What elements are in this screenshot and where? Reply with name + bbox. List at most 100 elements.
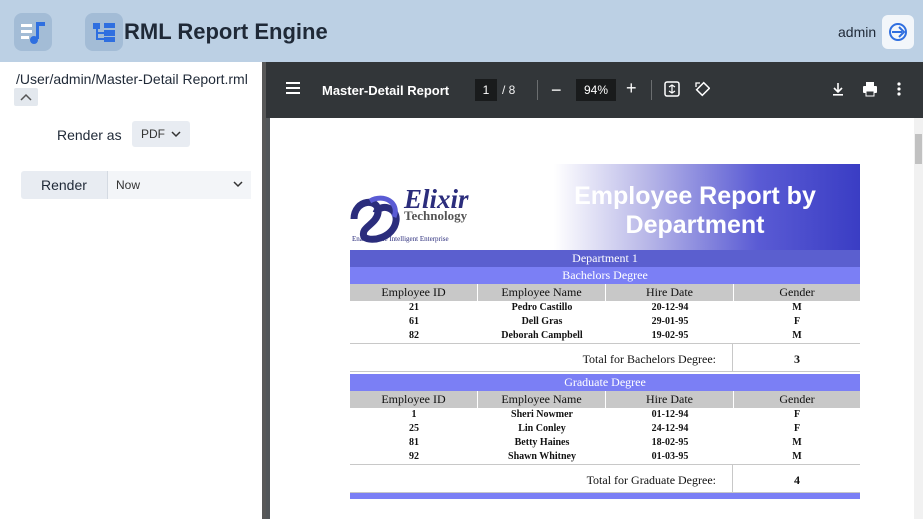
group-total-label: Total for Bachelors Degree: <box>582 352 716 366</box>
pdf-viewer: Master-Detail Report 1 / 8 − 94% + Elixi… <box>266 62 923 519</box>
page-number-input[interactable]: 1 <box>475 79 497 101</box>
column-header: Gender <box>779 285 815 299</box>
render-row: Render Now <box>21 171 251 199</box>
zoom-in-button[interactable]: + <box>626 78 637 99</box>
report-header: Elixir Technology Enabling the Intellige… <box>350 164 860 250</box>
column-header: Hire Date <box>606 391 734 408</box>
report-title-line1: Employee Report by <box>574 182 816 210</box>
collapse-button[interactable] <box>14 88 38 106</box>
table-cell: F <box>793 409 801 420</box>
next-group-band <box>350 493 860 499</box>
table-cell: 24-12-94 <box>651 423 689 434</box>
table-cell: Lin Conley <box>518 423 566 434</box>
table-cell: 61 <box>409 316 419 327</box>
table-cell: 19-02-95 <box>651 330 689 341</box>
table-cell: M <box>792 451 802 462</box>
report-content: Elixir Technology Enabling the Intellige… <box>350 164 860 499</box>
file-path: /User/admin/Master-Detail Report.rml <box>16 71 248 87</box>
table-cell: 81 <box>409 437 419 448</box>
tree-structure-icon <box>93 23 115 42</box>
zoom-input[interactable]: 94% <box>576 79 616 101</box>
page-total: / 8 <box>502 83 516 97</box>
table-cell: 29-01-95 <box>651 316 689 327</box>
logo-subtitle: Technology <box>404 208 468 223</box>
rotate-icon[interactable] <box>694 81 710 97</box>
download-icon[interactable] <box>830 81 846 97</box>
table-cell: F <box>793 423 801 434</box>
group-total-value: 4 <box>794 473 800 487</box>
user-name[interactable]: admin <box>838 24 876 40</box>
table-cell: 92 <box>409 451 419 462</box>
table-cell: 01-03-95 <box>651 451 689 462</box>
left-panel: /User/admin/Master-Detail Report.rml Ren… <box>0 62 262 519</box>
table-cell: 20-12-94 <box>651 302 689 313</box>
logo-tagline: Enabling the Intelligent Enterprise <box>352 235 449 243</box>
total-divider <box>732 344 733 371</box>
table-cell: 01-12-94 <box>651 409 689 420</box>
report-groups: Bachelors Degree Employee ID Employee Name… <box>350 267 860 499</box>
render-button[interactable]: Render <box>21 171 105 199</box>
column-header: Employee ID <box>350 391 478 408</box>
table-cell: 25 <box>409 423 419 434</box>
table-cell: Sheri Nowmer <box>511 409 573 420</box>
pdf-toolbar: Master-Detail Report 1 / 8 − 94% + <box>266 62 923 118</box>
table-row: 82 Deborah Campbell 19-02-95 M <box>350 329 860 343</box>
table-cell: M <box>792 437 802 448</box>
chevron-up-icon <box>20 93 32 101</box>
column-header: Employee Name <box>478 391 606 408</box>
table-row: 21 Pedro Castillo 20-12-94 M <box>350 301 860 315</box>
column-header: Employee ID <box>350 284 478 301</box>
group-total-label: Total for Graduate Degree: <box>586 473 716 487</box>
table-cell: 1 <box>411 409 417 420</box>
group-total-value: 3 <box>794 352 800 366</box>
table-cell: Shawn Whitney <box>508 451 576 462</box>
department-band: Department 1 <box>350 250 860 267</box>
table-row: 1 Sheri Nowmer 01-12-94 F <box>350 408 860 422</box>
total-divider <box>732 465 733 492</box>
print-icon[interactable] <box>862 81 878 97</box>
column-header: Employee Name <box>478 284 606 301</box>
column-header: Gender <box>779 392 815 406</box>
fit-page-icon[interactable] <box>664 81 680 97</box>
pdf-document-title: Master-Detail Report <box>322 83 450 98</box>
table-row: 61 Dell Gras 29-01-95 F <box>350 315 860 329</box>
hamburger-menu-icon[interactable] <box>286 82 300 94</box>
report-title-line2: Department <box>625 211 765 239</box>
toolbar-separator <box>651 80 652 100</box>
table-cell: Dell Gras <box>521 316 563 327</box>
top-bar: RML Report Engine admin <box>0 0 923 62</box>
table-row: 92 Shawn Whitney 01-03-95 M <box>350 450 860 464</box>
table-cell: M <box>792 302 802 313</box>
app-title: RML Report Engine <box>124 19 328 44</box>
zoom-out-button[interactable]: − <box>551 80 562 101</box>
degree-band: Graduate Degree <box>350 374 860 391</box>
table-cell: Betty Haines <box>514 437 570 448</box>
table-cell: 82 <box>409 330 419 341</box>
table-cell: Deborah Campbell <box>501 330 583 341</box>
group-total-row: Total for Graduate Degree: 4 <box>350 464 860 493</box>
logout-icon <box>889 23 907 41</box>
table-row: 25 Lin Conley 24-12-94 F <box>350 422 860 436</box>
more-options-icon[interactable] <box>896 81 902 97</box>
render-format-select[interactable]: PDF <box>132 121 190 147</box>
logout-button[interactable] <box>882 15 914 49</box>
column-header-row: Employee ID Employee Name Hire Date Gender <box>350 284 860 301</box>
pdf-scrollbar-thumb[interactable] <box>915 134 922 164</box>
render-when-select[interactable]: Now <box>107 171 251 199</box>
degree-band: Bachelors Degree <box>350 267 860 284</box>
render-when-value: Now <box>116 178 141 192</box>
table-cell: 21 <box>409 302 419 313</box>
chevron-down-icon <box>233 181 243 188</box>
table-cell: Pedro Castillo <box>511 302 573 313</box>
group-total-row: Total for Bachelors Degree: 3 <box>350 343 860 372</box>
pdf-scrollbar[interactable] <box>914 118 923 519</box>
column-header: Hire Date <box>606 284 734 301</box>
render-as-label: Render as <box>57 127 122 143</box>
column-header-row: Employee ID Employee Name Hire Date Gender <box>350 391 860 408</box>
tree-app-button[interactable] <box>85 13 123 51</box>
menu-app-button[interactable] <box>14 13 52 51</box>
toolbar-separator <box>537 80 538 100</box>
music-list-icon <box>21 22 45 44</box>
table-cell: 18-02-95 <box>651 437 689 448</box>
chevron-down-icon <box>171 131 181 138</box>
